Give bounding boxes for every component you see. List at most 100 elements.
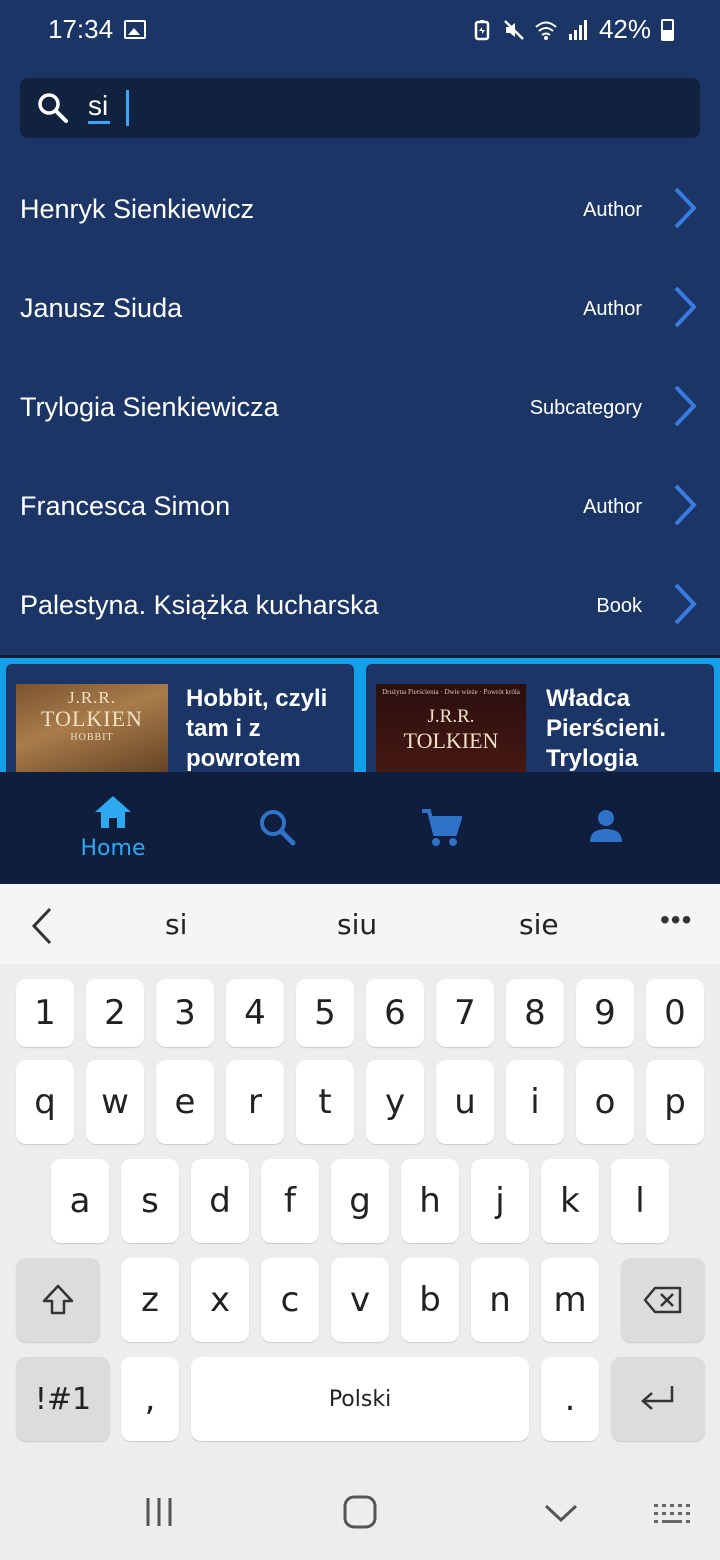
result-title: Palestyna. Książka kucharska [20, 590, 379, 620]
key[interactable]: d [191, 1159, 249, 1243]
key[interactable]: 0 [646, 979, 704, 1047]
enter-key[interactable] [611, 1357, 705, 1441]
result-type: Subcategory [529, 397, 642, 419]
key[interactable]: u [436, 1060, 494, 1144]
key[interactable]: j [471, 1159, 529, 1243]
key[interactable]: 5 [296, 979, 354, 1047]
gallery-icon [124, 20, 146, 39]
signal-icon [568, 19, 587, 40]
more-options-icon[interactable]: ••• [660, 904, 692, 936]
bottom-navigation: Home [0, 772, 720, 884]
key[interactable]: 8 [506, 979, 564, 1047]
key[interactable]: 2 [86, 979, 144, 1047]
chevron-left-icon[interactable] [30, 906, 54, 946]
key[interactable]: r [226, 1060, 284, 1144]
key[interactable]: m [541, 1258, 599, 1342]
nav-home[interactable]: Home [23, 772, 203, 884]
key[interactable]: b [401, 1258, 459, 1342]
nav-home-label: Home [80, 836, 146, 861]
book-card[interactable]: Drużyna Pierścienia · Dwie wieże · Powró… [366, 664, 714, 775]
key[interactable]: 9 [576, 979, 634, 1047]
backspace-icon [643, 1286, 682, 1314]
result-row[interactable]: Janusz Siuda Author [0, 259, 720, 358]
recent-apps-icon[interactable] [144, 1496, 174, 1528]
key[interactable]: 4 [226, 979, 284, 1047]
key[interactable]: k [541, 1159, 599, 1243]
key[interactable]: g [331, 1159, 389, 1243]
search-icon [260, 810, 296, 846]
key[interactable]: z [121, 1258, 179, 1342]
search-bar[interactable]: si [20, 78, 700, 138]
suggestion-item[interactable]: siu [337, 908, 377, 941]
key[interactable]: y [366, 1060, 424, 1144]
key[interactable]: 6 [366, 979, 424, 1047]
result-type: Author [583, 298, 642, 320]
result-title: Henryk Sienkiewicz [20, 194, 255, 224]
chevron-right-icon [674, 385, 697, 427]
key[interactable]: t [296, 1060, 354, 1144]
book-card[interactable]: J.R.R. TOLKIEN HOBBIT Hobbit, czyli tam … [6, 664, 354, 775]
key[interactable]: s [121, 1159, 179, 1243]
backspace-key[interactable] [621, 1258, 705, 1342]
book-cover: Drużyna Pierścienia · Dwie wieże · Powró… [376, 684, 526, 775]
enter-icon [641, 1386, 674, 1410]
back-chevron-down-icon[interactable] [543, 1502, 579, 1524]
key[interactable]: o [576, 1060, 634, 1144]
key[interactable]: 1 [16, 979, 74, 1047]
suggestion-item[interactable]: sie [519, 908, 559, 941]
result-row[interactable]: Palestyna. Książka kucharska Book [0, 556, 720, 655]
key[interactable]: v [331, 1258, 389, 1342]
key[interactable]: a [51, 1159, 109, 1243]
key[interactable]: h [401, 1159, 459, 1243]
key[interactable]: w [86, 1060, 144, 1144]
mute-icon [504, 19, 524, 40]
suggestion-item[interactable]: si [165, 908, 187, 941]
cover-author: J.R.R. [67, 688, 117, 707]
comma-key[interactable]: , [121, 1357, 179, 1441]
shift-key[interactable] [16, 1258, 100, 1342]
chevron-right-icon [674, 286, 697, 328]
result-title: Francesca Simon [20, 491, 231, 521]
cover-name: TOLKIEN [41, 706, 143, 731]
search-input[interactable]: si [88, 91, 111, 124]
key[interactable]: f [261, 1159, 319, 1243]
cover-name: TOLKIEN [403, 728, 499, 753]
key[interactable]: 7 [436, 979, 494, 1047]
key[interactable]: x [191, 1258, 249, 1342]
battery-saver-icon [474, 19, 490, 40]
battery-icon [661, 18, 674, 41]
period-key[interactable]: . [541, 1357, 599, 1441]
book-carousel: J.R.R. TOLKIEN HOBBIT Hobbit, czyli tam … [0, 655, 720, 775]
key[interactable]: l [611, 1159, 669, 1243]
key[interactable]: p [646, 1060, 704, 1144]
result-row[interactable]: Trylogia Sienkiewicza Subcategory [0, 358, 720, 457]
status-bar: 17:34 42% [0, 0, 720, 62]
result-title: Trylogia Sienkiewicza [20, 392, 279, 422]
result-title: Janusz Siuda [20, 293, 183, 323]
chevron-right-icon [674, 187, 697, 229]
on-screen-keyboard: si siu sie ••• 1 2 3 4 5 6 7 8 9 0 q w e… [0, 884, 720, 1560]
result-row[interactable]: Francesca Simon Author [0, 457, 720, 556]
chevron-right-icon [674, 583, 697, 625]
cover-subtitle: HOBBIT [70, 732, 114, 743]
result-row[interactable]: Henryk Sienkiewicz Author [0, 160, 720, 259]
key[interactable]: i [506, 1060, 564, 1144]
nav-profile[interactable] [516, 772, 696, 884]
keyboard-switch-icon[interactable] [652, 1502, 694, 1526]
search-results-list: Henryk Sienkiewicz Author Janusz Siuda A… [0, 160, 720, 655]
nav-search[interactable] [187, 772, 367, 884]
key[interactable]: n [471, 1258, 529, 1342]
key[interactable]: e [156, 1060, 214, 1144]
key[interactable]: 3 [156, 979, 214, 1047]
space-key[interactable]: Polski [191, 1357, 529, 1441]
text-cursor [126, 90, 129, 126]
status-icons: 42% [471, 14, 674, 45]
result-type: Book [596, 595, 642, 617]
home-button-icon[interactable] [342, 1495, 378, 1529]
book-cover: J.R.R. TOLKIEN HOBBIT [16, 684, 168, 775]
key[interactable]: q [16, 1060, 74, 1144]
symbols-key[interactable]: !#1 [16, 1357, 110, 1441]
nav-cart[interactable] [351, 772, 531, 884]
result-type: Author [583, 496, 642, 518]
key[interactable]: c [261, 1258, 319, 1342]
